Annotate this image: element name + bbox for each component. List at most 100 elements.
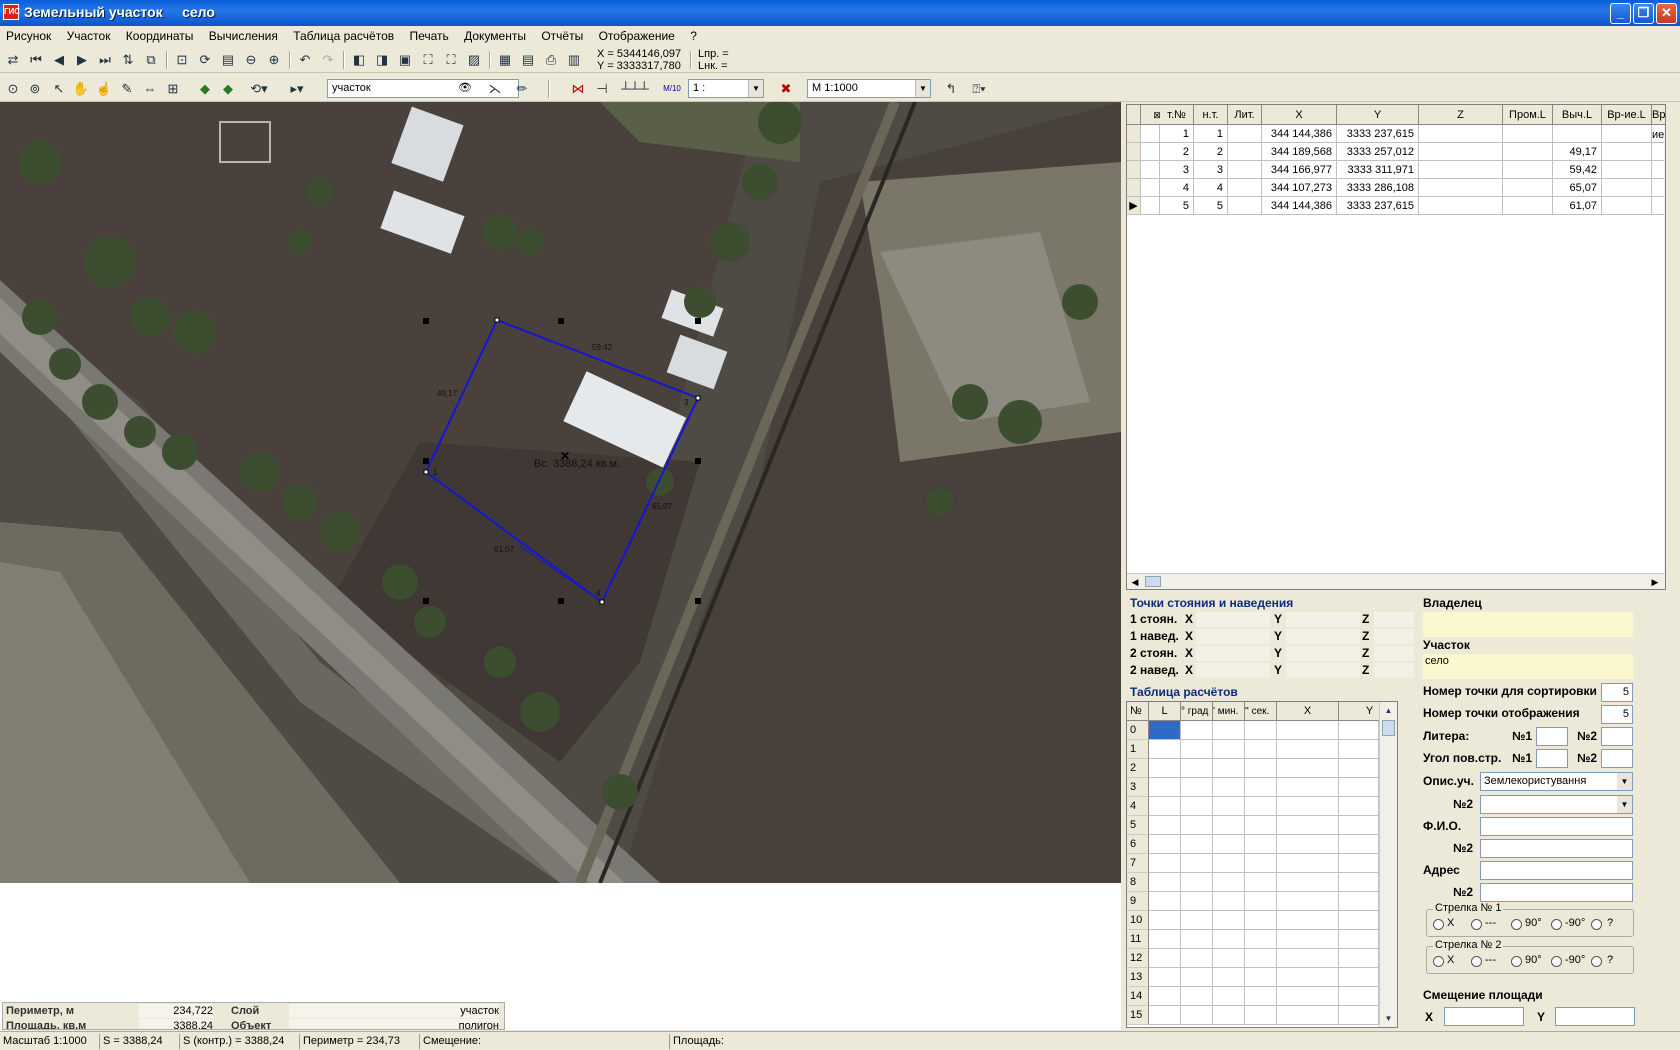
delete-points-icon[interactable]: ✖ (776, 79, 796, 99)
table-cell[interactable]: 1 (1160, 125, 1194, 143)
col-header[interactable]: '' сек. (1245, 702, 1277, 721)
station-z-field[interactable] (1374, 612, 1414, 627)
chevron-right-icon[interactable]: ▶ (1648, 575, 1662, 589)
calc-cell[interactable] (1277, 911, 1339, 930)
calc-cell[interactable] (1181, 911, 1213, 930)
calc-cell[interactable] (1339, 968, 1379, 987)
station-x-field[interactable] (1196, 663, 1270, 678)
calc-cell[interactable] (1277, 949, 1339, 968)
calc-cell[interactable] (1245, 911, 1277, 930)
angle-n1-field[interactable] (1536, 749, 1568, 768)
points-table[interactable]: ⊠ т.№ н.т. Лит. X Y Z Пром.L Выч.L Вр-ие… (1126, 104, 1666, 590)
col-header[interactable]: Выч.L (1553, 105, 1602, 125)
calc-cell[interactable] (1149, 759, 1181, 778)
map-add-icon[interactable]: ⛶ (441, 50, 461, 70)
calc-cell[interactable] (1149, 816, 1181, 835)
calc-cell[interactable] (1213, 835, 1245, 854)
col-header[interactable]: X (1262, 105, 1337, 125)
table-cell[interactable]: 2 (1160, 143, 1194, 161)
calc-cell[interactable] (1149, 1006, 1181, 1025)
calc-cell[interactable] (1339, 778, 1379, 797)
copy-icon[interactable]: ⧉ (141, 50, 161, 70)
sort-icon[interactable]: ⇅ (118, 50, 138, 70)
col-header[interactable]: Y (1337, 105, 1419, 125)
table-cell[interactable]: 344 189,568 (1262, 143, 1337, 161)
table-cell[interactable]: 344 107,273 (1262, 179, 1337, 197)
calc-cell[interactable] (1245, 930, 1277, 949)
display-number-field[interactable]: 5 (1601, 705, 1633, 724)
arrow2-radio[interactable] (1511, 956, 1522, 967)
menu-otobrazhenie[interactable]: Отображение (593, 26, 681, 46)
table-cell[interactable] (1553, 125, 1602, 143)
chevron-left-icon[interactable]: ◀ (1128, 575, 1142, 589)
help-cursor-icon[interactable]: ⍰▾ (962, 79, 996, 99)
table-cell[interactable] (1602, 143, 1652, 161)
calc-cell[interactable] (1245, 778, 1277, 797)
table-cell[interactable]: 49,17 (1553, 143, 1602, 161)
zoom-window-icon[interactable]: ⊚ (25, 79, 45, 99)
close-button[interactable]: ✕ (1656, 3, 1677, 24)
table-cell[interactable] (1602, 161, 1652, 179)
station-x-field[interactable] (1196, 612, 1270, 627)
tool-dropdown-icon[interactable]: ⟲▾ (249, 79, 269, 99)
station-x-field[interactable] (1196, 629, 1270, 644)
calc-cell[interactable] (1181, 892, 1213, 911)
menu-vychisleniya[interactable]: Вычисления (203, 26, 284, 46)
station-y-field[interactable] (1286, 663, 1360, 678)
table-cell[interactable] (1228, 197, 1262, 215)
select-icon[interactable]: ↖ (49, 79, 69, 99)
calc-cell[interactable] (1149, 987, 1181, 1006)
calc-cell[interactable] (1277, 778, 1339, 797)
next-icon[interactable]: ▶ (72, 50, 92, 70)
zoom-icon[interactable]: ⊙ (3, 79, 23, 99)
calc-cell[interactable] (1149, 778, 1181, 797)
row-select-cell[interactable] (1141, 161, 1160, 179)
table-cell[interactable]: 3333 257,012 (1337, 143, 1419, 161)
calc-cell[interactable] (1339, 797, 1379, 816)
opis-select[interactable]: Землекористування ▼ (1480, 772, 1633, 791)
calc-cell[interactable] (1181, 721, 1213, 740)
calc-cell[interactable] (1277, 759, 1339, 778)
col-header[interactable]: X (1277, 702, 1339, 721)
shift-x-field[interactable] (1444, 1007, 1524, 1026)
calc-cell[interactable] (1181, 797, 1213, 816)
calc-cell[interactable] (1213, 740, 1245, 759)
litera-n2-field[interactable] (1601, 727, 1633, 746)
scale-select[interactable]: М 1:1000 ▼ (807, 79, 931, 98)
horizontal-scrollbar[interactable]: ◀ ▶ (1127, 573, 1665, 589)
table-cell[interactable]: 4 (1194, 179, 1228, 197)
pan-icon[interactable]: ✋ (71, 79, 91, 99)
calc-cell[interactable] (1339, 835, 1379, 854)
table-cell[interactable] (1419, 143, 1503, 161)
station-z-field[interactable] (1374, 646, 1414, 661)
calc-cell[interactable] (1277, 835, 1339, 854)
refresh-icon[interactable]: ⟳ (195, 50, 215, 70)
ratio-select[interactable]: 1 : ▼ (688, 79, 764, 98)
calc-cell[interactable] (1181, 854, 1213, 873)
menu-uchastok[interactable]: Участок (61, 26, 117, 46)
calc-cell[interactable] (1213, 1006, 1245, 1025)
calc-cell[interactable] (1181, 949, 1213, 968)
table-cell[interactable]: 344 166,977 (1262, 161, 1337, 179)
calc-cell[interactable] (1339, 892, 1379, 911)
table-cell[interactable]: 5 (1160, 197, 1194, 215)
table-cell[interactable]: 1 (1194, 125, 1228, 143)
layers-icon[interactable]: ▤ (218, 50, 238, 70)
row-select-cell[interactable] (1141, 179, 1160, 197)
table-icon[interactable]: ▥ (564, 50, 584, 70)
map-view[interactable]: ✕ Вс. 3388,24 кв.м. 59,42 49,17 65,07 61… (0, 102, 1121, 883)
vertical-scrollbar[interactable] (1664, 125, 1665, 573)
calc-cell[interactable] (1277, 816, 1339, 835)
calc-cell[interactable] (1277, 797, 1339, 816)
table-cell[interactable] (1419, 179, 1503, 197)
report-icon[interactable]: ▤ (518, 50, 538, 70)
calc-cell[interactable] (1181, 759, 1213, 778)
table-cell[interactable] (1602, 125, 1652, 143)
table-cell[interactable] (1419, 197, 1503, 215)
arrow1-radio[interactable] (1433, 919, 1444, 930)
arrow1-radio[interactable] (1471, 919, 1482, 930)
owner-field[interactable] (1423, 612, 1633, 637)
row-select-cell[interactable] (1141, 125, 1160, 143)
row-indicator[interactable] (1127, 161, 1141, 179)
litera-n1-field[interactable] (1536, 727, 1568, 746)
